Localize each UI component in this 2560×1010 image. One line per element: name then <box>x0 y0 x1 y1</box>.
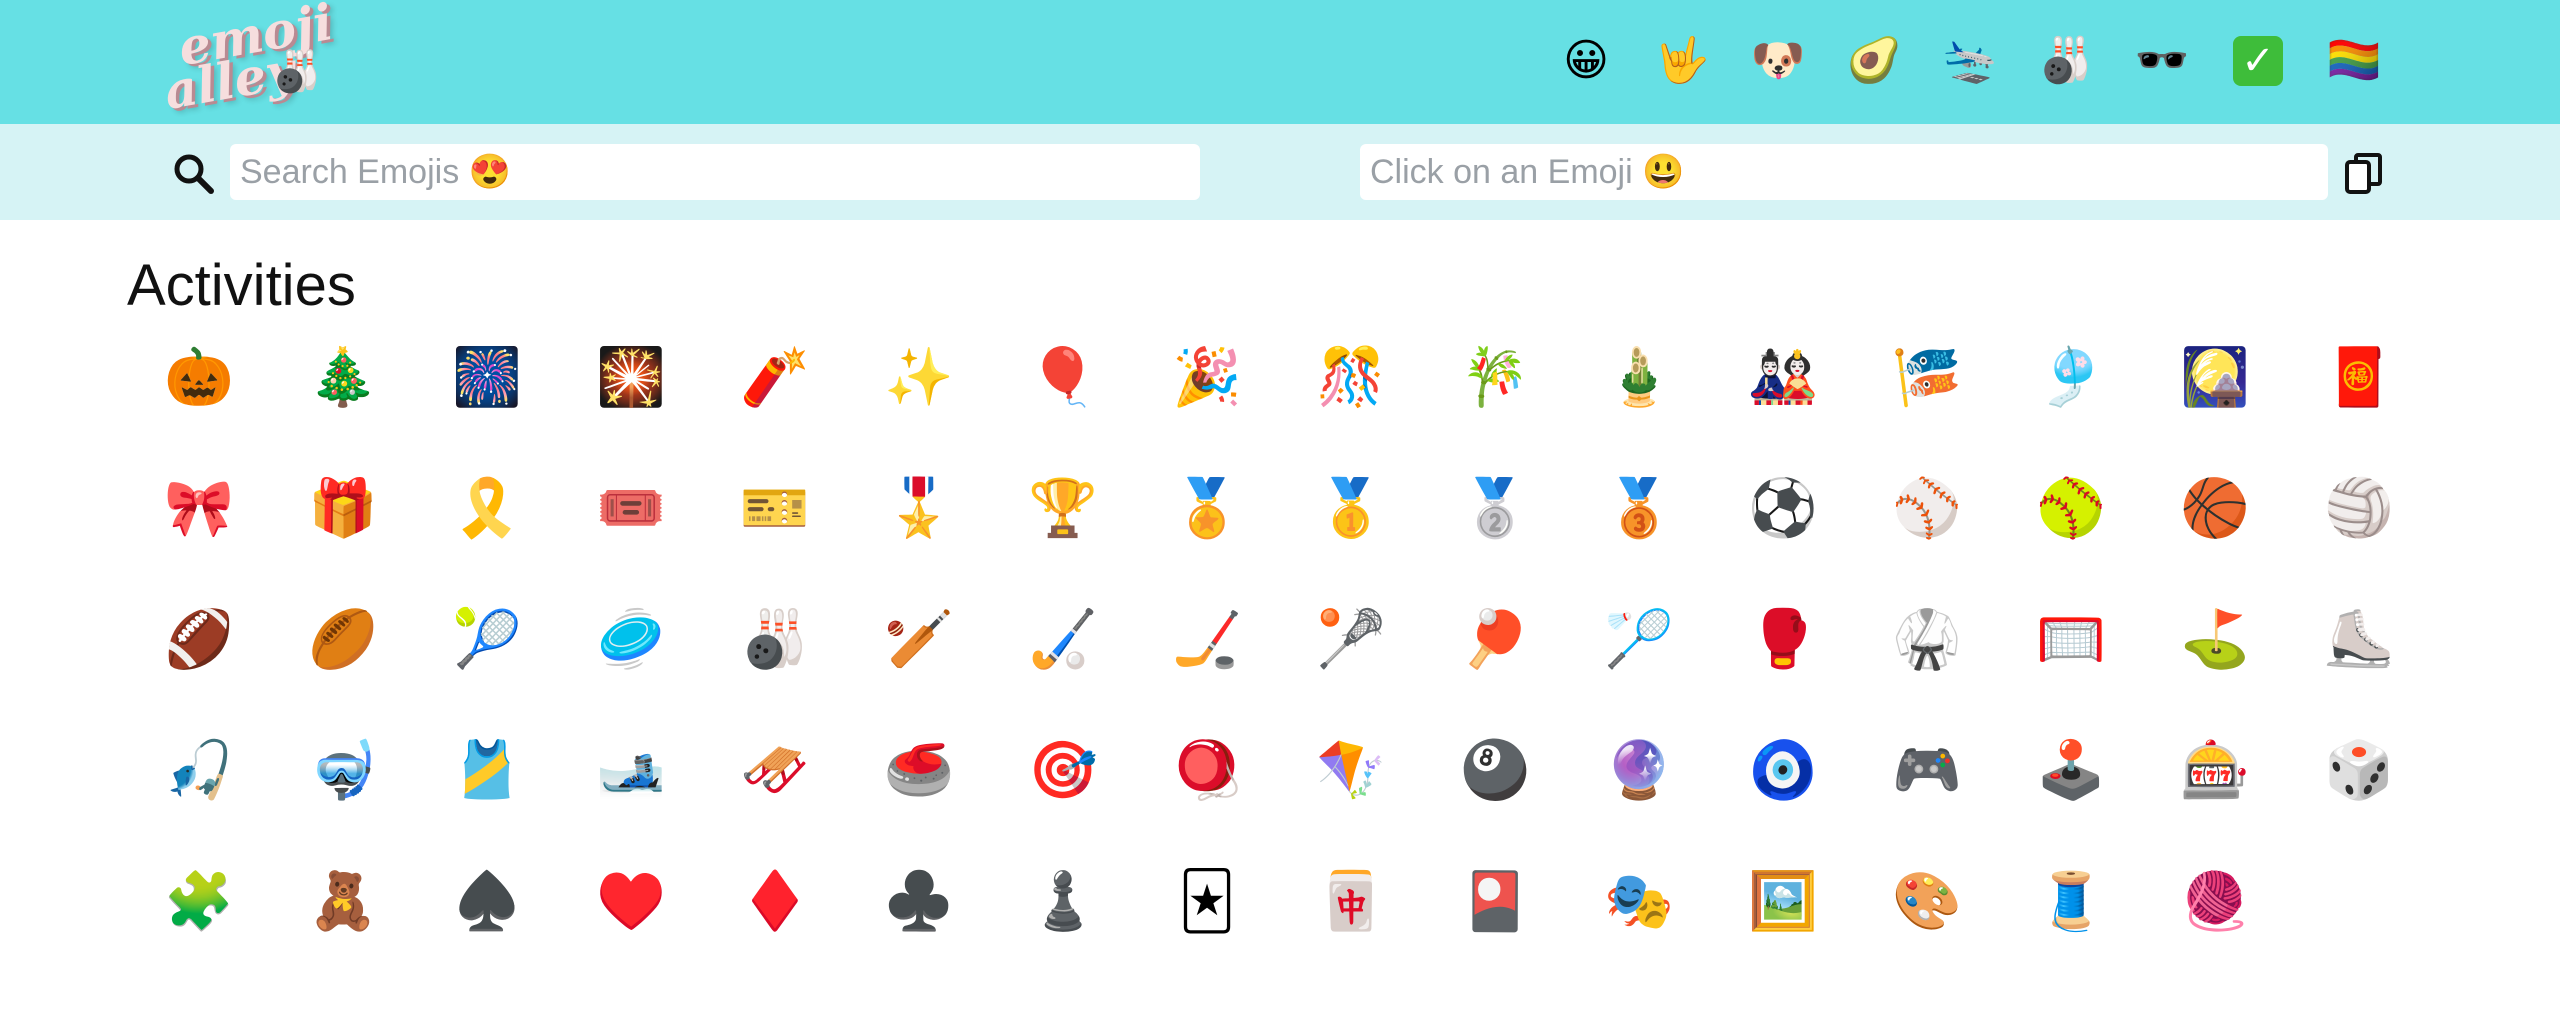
emoji-button[interactable]: 🎴 <box>1423 866 1567 997</box>
emoji-button[interactable]: 🏸 <box>1567 604 1711 735</box>
emoji-button[interactable]: 🤿 <box>271 735 415 866</box>
emoji-button[interactable]: 🎄 <box>271 342 415 473</box>
selected-emoji-field[interactable] <box>1360 144 2328 200</box>
emoji-button[interactable]: 🏐 <box>2287 473 2431 604</box>
emoji-button[interactable]: 🧸 <box>271 866 415 997</box>
category-tab[interactable]: ✓ <box>2233 36 2283 86</box>
emoji-button[interactable]: 🎳 <box>703 604 847 735</box>
emoji-button[interactable]: 🎿 <box>559 735 703 866</box>
search-input[interactable] <box>230 144 1200 200</box>
emoji-button[interactable]: 🪀 <box>1135 735 1279 866</box>
emoji-button[interactable]: 🎯 <box>991 735 1135 866</box>
emoji-button[interactable]: ✨ <box>847 342 991 473</box>
emoji-button[interactable]: ♥️ <box>559 866 703 997</box>
emoji-button[interactable]: 🎮 <box>1855 735 1999 866</box>
emoji-button[interactable]: 🏀 <box>2143 473 2287 604</box>
emoji-button[interactable]: 🧶 <box>2143 866 2287 997</box>
emoji-button[interactable]: 🎁 <box>271 473 415 604</box>
emoji-button[interactable]: 🧿 <box>1711 735 1855 866</box>
category-tab[interactable]: 🎳 <box>2018 28 2114 94</box>
emoji-button[interactable]: 🎟️ <box>559 473 703 604</box>
emoji-button[interactable]: 🃏 <box>1135 866 1279 997</box>
emoji-button[interactable]: 🎾 <box>415 604 559 735</box>
emoji-button[interactable]: 🎉 <box>1135 342 1279 473</box>
emoji-button[interactable]: 🏓 <box>1423 604 1567 735</box>
emoji-button[interactable]: 🎍 <box>1567 342 1711 473</box>
category-tab[interactable]: 🥑 <box>1826 28 1922 94</box>
category-tab[interactable]: 🏳️‍🌈 <box>2306 28 2402 94</box>
emoji-button[interactable]: 🎃 <box>127 342 271 473</box>
bowling-logo-icon: 🎳 <box>272 49 322 95</box>
emoji-button[interactable]: 🥉 <box>1567 473 1711 604</box>
emoji-button[interactable]: ♦️ <box>703 866 847 997</box>
emoji-button[interactable]: 🥋 <box>1855 604 1999 735</box>
emoji-button[interactable]: 🏉 <box>271 604 415 735</box>
emoji-button[interactable]: 🧵 <box>1999 866 2143 997</box>
emoji-button[interactable]: 🥈 <box>1423 473 1567 604</box>
emoji-button[interactable]: 🥎 <box>1999 473 2143 604</box>
emoji-button[interactable]: 🎨 <box>1855 866 1999 997</box>
emoji-button[interactable]: 🎫 <box>703 473 847 604</box>
emoji-button[interactable]: 🥌 <box>847 735 991 866</box>
emoji-button[interactable]: 🎽 <box>415 735 559 866</box>
emoji-button[interactable]: 🔮 <box>1567 735 1711 866</box>
emoji-button[interactable]: 🎋 <box>1423 342 1567 473</box>
emoji-button[interactable]: 🎏 <box>1855 342 1999 473</box>
emoji-button[interactable]: ⚽ <box>1711 473 1855 604</box>
emoji-button[interactable]: 🎐 <box>1999 342 2143 473</box>
category-tab[interactable]: 😀 <box>1538 28 1634 94</box>
emoji-button[interactable]: 🎲 <box>2287 735 2431 866</box>
emoji-button[interactable]: 🎗️ <box>415 473 559 604</box>
emoji-button[interactable]: 🎭 <box>1567 866 1711 997</box>
emoji-button[interactable]: 🎖️ <box>847 473 991 604</box>
emoji-button[interactable]: 🎱 <box>1423 735 1567 866</box>
copy-icon[interactable] <box>2344 152 2384 196</box>
emoji-button[interactable]: ⛸️ <box>2287 604 2431 735</box>
emoji-button[interactable]: 🥏 <box>559 604 703 735</box>
emoji-button[interactable]: 🪁 <box>1279 735 1423 866</box>
emoji-grid: 🎃 🎄 🎆 🎇 🧨 ✨ 🎈 🎉 🎊 🎋 🎍 🎎 🎏 🎐 🎑 🧧 🎀 🎁 🎗️ 🎟️ 🎫 🎖️ 🏆 🏅 🥇 🥈 🥉 ⚽ ⚾ 🥎 🏀 🏐 🏈 🏉 🎾 🥏 🎳… <box>127 342 2431 997</box>
emoji-button[interactable]: 🏈 <box>127 604 271 735</box>
emoji-button[interactable]: 🏒 <box>1135 604 1279 735</box>
emoji-button[interactable]: 🧧 <box>2287 342 2431 473</box>
emoji-button[interactable]: 🎑 <box>2143 342 2287 473</box>
emoji-button[interactable]: ⚾ <box>1855 473 1999 604</box>
category-nav: 😀 🤟 🐶 🥑 🛬 🎳 🕶️ ✓ 🏳️‍🌈 <box>1538 28 2402 94</box>
emoji-button[interactable]: 🎰 <box>2143 735 2287 866</box>
emoji-button[interactable]: 🏆 <box>991 473 1135 604</box>
emoji-button[interactable]: 🎊 <box>1279 342 1423 473</box>
emoji-button[interactable]: ♟️ <box>991 866 1135 997</box>
emoji-button[interactable]: ♠️ <box>415 866 559 997</box>
emoji-button[interactable]: 🧩 <box>127 866 271 997</box>
emoji-button[interactable]: 🖼️ <box>1711 866 1855 997</box>
emoji-button[interactable]: 🀄 <box>1279 866 1423 997</box>
emoji-button[interactable]: 🛷 <box>703 735 847 866</box>
header-bar: emoji alley 🎳 😀 🤟 🐶 🥑 🛬 🎳 🕶️ ✓ 🏳️‍🌈 <box>0 0 2560 124</box>
emoji-button[interactable]: 🏅 <box>1135 473 1279 604</box>
emoji-button[interactable]: ♣️ <box>847 866 991 997</box>
emoji-button[interactable]: 🏏 <box>847 604 991 735</box>
category-tab[interactable]: 🕶️ <box>2114 28 2210 94</box>
category-tab[interactable]: 🐶 <box>1730 28 1826 94</box>
emoji-button[interactable]: 🏑 <box>991 604 1135 735</box>
category-tab[interactable]: 🛬 <box>1922 28 2018 94</box>
section-title: Activities <box>127 253 356 318</box>
emoji-button[interactable]: 🥊 <box>1711 604 1855 735</box>
emoji-button[interactable]: 🎀 <box>127 473 271 604</box>
emoji-button[interactable]: 🥇 <box>1279 473 1423 604</box>
emoji-button[interactable]: 🎆 <box>415 342 559 473</box>
emoji-button[interactable]: 🥅 <box>1999 604 2143 735</box>
emoji-button[interactable]: 🎣 <box>127 735 271 866</box>
emoji-button[interactable]: 🎎 <box>1711 342 1855 473</box>
emoji-button[interactable]: 🧨 <box>703 342 847 473</box>
emoji-button[interactable]: 🎇 <box>559 342 703 473</box>
category-tab[interactable]: 🤟 <box>1634 28 1730 94</box>
emoji-button[interactable]: ⛳ <box>2143 604 2287 735</box>
emoji-button[interactable]: 🕹️ <box>1999 735 2143 866</box>
search-icon[interactable] <box>172 152 216 196</box>
emoji-button[interactable]: 🎈 <box>991 342 1135 473</box>
emoji-button[interactable]: 🥍 <box>1279 604 1423 735</box>
emoji-alley-logo[interactable]: emoji alley 🎳 <box>160 0 337 122</box>
